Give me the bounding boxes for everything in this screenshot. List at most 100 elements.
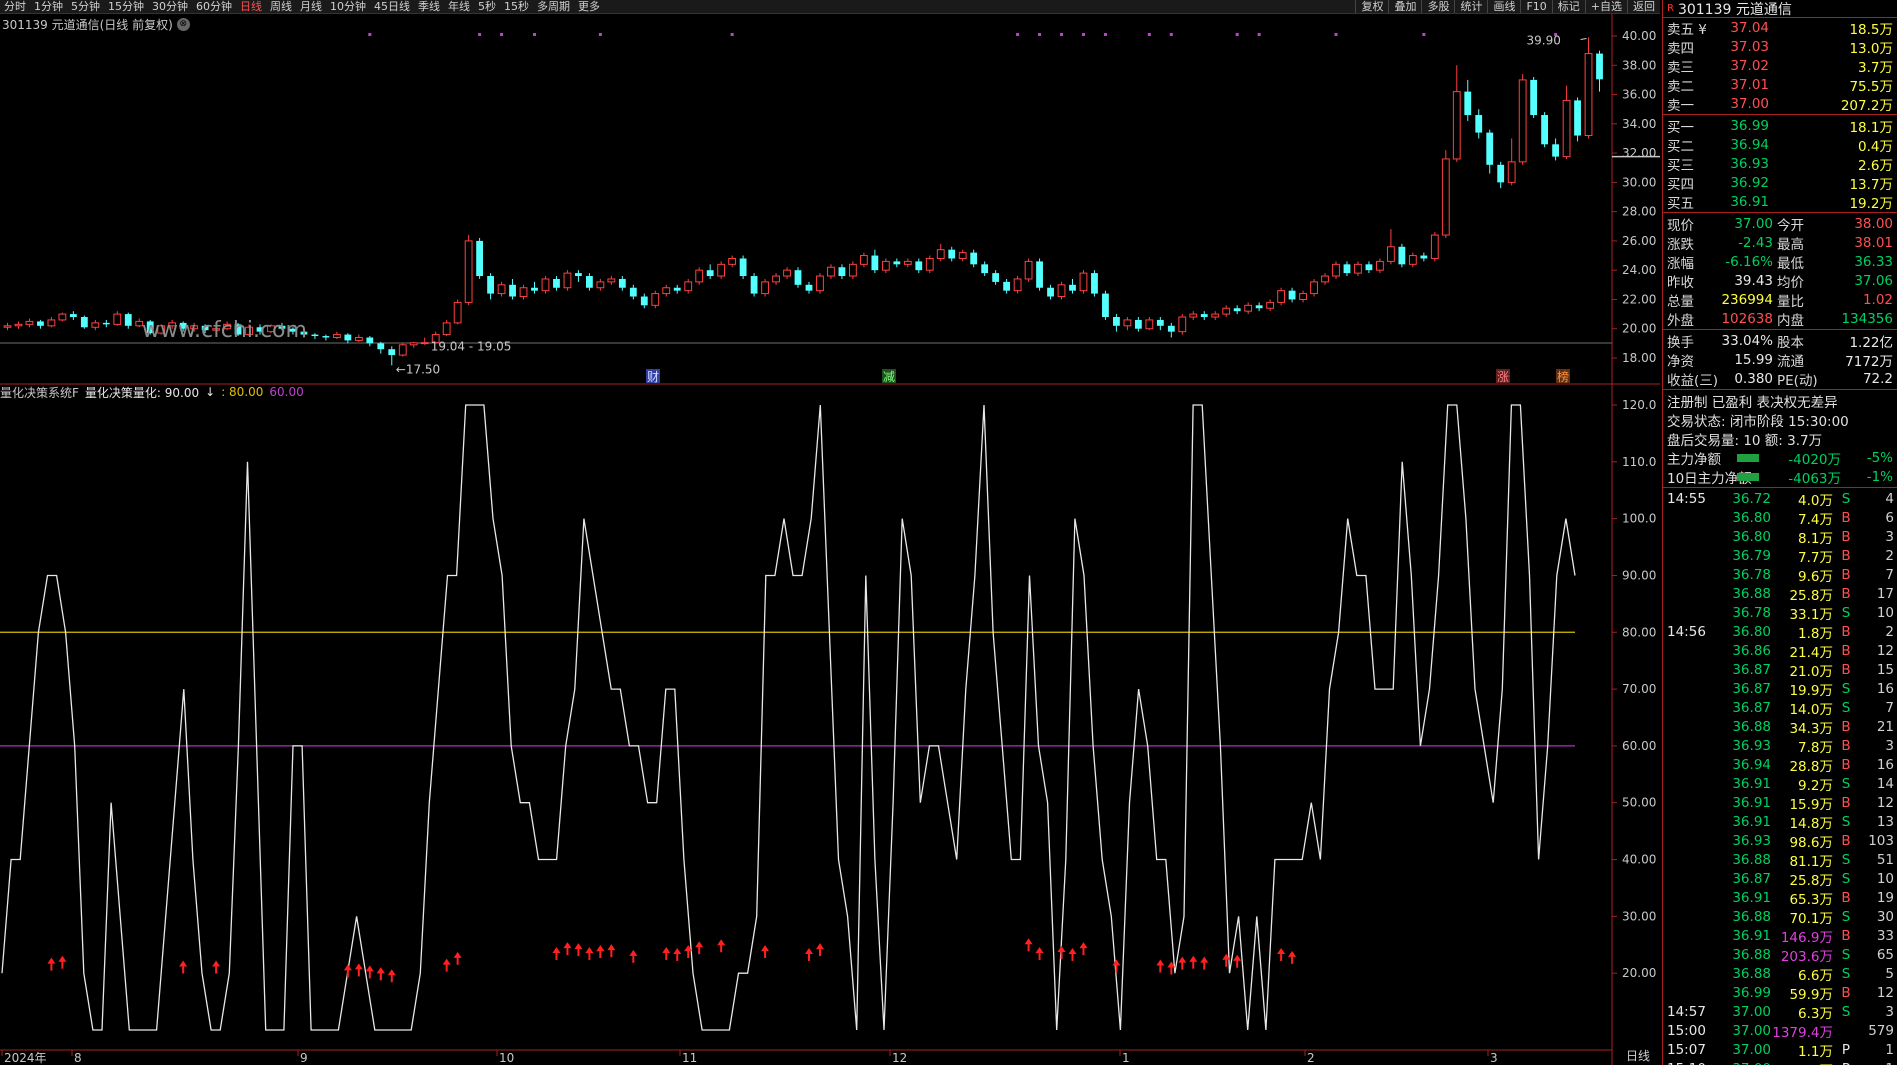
- candle[interactable]: [1530, 76, 1538, 118]
- candle[interactable]: [1091, 270, 1098, 297]
- candle[interactable]: [1507, 138, 1516, 186]
- ask-row[interactable]: 卖五 ¥ 37.04 18.5万: [1663, 18, 1897, 38]
- candle[interactable]: [14, 321, 23, 329]
- candle[interactable]: [553, 276, 560, 291]
- ask-row[interactable]: 卖三 37.02 3.7万: [1663, 56, 1897, 76]
- candle[interactable]: [651, 290, 660, 309]
- tick-row[interactable]: 15:1037.001.5万P1: [1663, 1059, 1897, 1065]
- candle[interactable]: [1156, 317, 1164, 331]
- candle[interactable]: [1321, 273, 1329, 285]
- tick-row[interactable]: 15:00 37.00 1379.4万 579: [1663, 1021, 1897, 1041]
- candle[interactable]: [575, 270, 582, 282]
- candle[interactable]: [311, 333, 319, 339]
- candle[interactable]: [1288, 287, 1296, 303]
- candle[interactable]: [531, 281, 538, 294]
- candle[interactable]: [1386, 229, 1395, 265]
- tick-row[interactable]: 14:55 36.72 4.0万 S 4: [1663, 489, 1897, 509]
- candle[interactable]: [1036, 258, 1043, 291]
- candle[interactable]: [881, 258, 890, 274]
- tick-row[interactable]: 36.91 9.2万 S 14: [1663, 774, 1897, 794]
- candle[interactable]: [1596, 50, 1603, 92]
- tick-row[interactable]: 36.94 28.8万 B 16: [1663, 755, 1897, 775]
- ask-row[interactable]: 卖二 37.01 75.5万: [1663, 75, 1897, 95]
- candle[interactable]: [585, 273, 593, 291]
- candle[interactable]: [1211, 311, 1220, 320]
- candle[interactable]: [497, 281, 506, 297]
- ask-row[interactable]: 卖一 37.00 207.2万: [1663, 94, 1897, 114]
- candle[interactable]: [640, 293, 648, 309]
- candle[interactable]: [1222, 305, 1231, 318]
- candle[interactable]: [1024, 258, 1033, 282]
- tick-row[interactable]: 36.87 14.0万 S 7: [1663, 698, 1897, 718]
- candle[interactable]: [794, 267, 802, 288]
- tick-row[interactable]: 14:57 37.00 6.3万 S 3: [1663, 1002, 1897, 1022]
- candle[interactable]: [1189, 311, 1198, 320]
- candle[interactable]: [509, 278, 516, 300]
- candle[interactable]: [849, 261, 857, 279]
- candle[interactable]: [487, 273, 494, 300]
- tick-row[interactable]: 36.86 21.4万 B 12: [1663, 641, 1897, 661]
- candle[interactable]: [1441, 150, 1450, 238]
- candle[interactable]: [1266, 299, 1275, 312]
- candle[interactable]: [388, 346, 396, 366]
- candle[interactable]: [739, 255, 747, 279]
- candle[interactable]: [706, 264, 714, 279]
- candle[interactable]: [1430, 232, 1439, 262]
- candle[interactable]: [981, 261, 989, 277]
- candle[interactable]: [1057, 281, 1066, 300]
- tick-row[interactable]: 36.80 7.4万 B 6: [1663, 508, 1897, 528]
- tick-row[interactable]: 36.88 25.8万 B 17: [1663, 584, 1897, 604]
- tick-row[interactable]: 36.88 6.6万 S 5: [1663, 964, 1897, 984]
- candle[interactable]: [958, 249, 967, 262]
- candle[interactable]: [377, 341, 385, 354]
- candle[interactable]: [1541, 112, 1549, 148]
- candle[interactable]: [1277, 287, 1286, 306]
- candle[interactable]: [970, 249, 978, 268]
- candle[interactable]: [476, 237, 484, 279]
- candle[interactable]: [925, 255, 934, 274]
- candle[interactable]: [1047, 284, 1054, 300]
- tick-row[interactable]: 36.91 15.9万 B 12: [1663, 793, 1897, 813]
- ask-row[interactable]: 卖四 37.03 13.0万: [1663, 37, 1897, 57]
- candle[interactable]: [1102, 290, 1109, 320]
- candle[interactable]: [1123, 317, 1132, 331]
- tick-row[interactable]: 36.79 7.7万 B 2: [1663, 546, 1897, 566]
- candle[interactable]: [1518, 74, 1527, 165]
- tick-row[interactable]: 36.93 98.6万 B 103: [1663, 831, 1897, 851]
- candle[interactable]: [893, 258, 901, 268]
- bid-row[interactable]: 买二 36.94 0.4万: [1663, 135, 1897, 155]
- candle[interactable]: [47, 317, 56, 328]
- candle[interactable]: [1452, 65, 1461, 162]
- candle[interactable]: [1574, 97, 1581, 142]
- candle[interactable]: [91, 319, 100, 331]
- candle[interactable]: [1113, 314, 1120, 332]
- candle[interactable]: [1310, 278, 1318, 297]
- candle[interactable]: [728, 255, 737, 268]
- tick-row[interactable]: 36.91 65.3万 B 19: [1663, 888, 1897, 908]
- candle[interactable]: [25, 318, 34, 328]
- tick-list[interactable]: 14:55 36.72 4.0万 S 4 36.80 7.4万 B 6 36.80 8.1万 B 3 36…: [1663, 489, 1897, 1065]
- candle[interactable]: [519, 284, 528, 300]
- candle[interactable]: [1233, 305, 1241, 315]
- candle[interactable]: [915, 258, 923, 274]
- candle[interactable]: [1079, 270, 1088, 294]
- tick-row[interactable]: 36.78 33.1万 S 10: [1663, 603, 1897, 623]
- candle[interactable]: [1332, 261, 1340, 279]
- candle[interactable]: [1013, 276, 1022, 294]
- tick-row[interactable]: 15:07 37.00 1.1万 P 1: [1663, 1040, 1897, 1060]
- candle[interactable]: [344, 333, 352, 344]
- candle[interactable]: [936, 243, 945, 262]
- tick-row[interactable]: 36.88 203.6万 S 65: [1663, 945, 1897, 965]
- event-tag[interactable]: 榜: [1557, 369, 1569, 384]
- candle[interactable]: [1398, 243, 1406, 268]
- candle[interactable]: [354, 334, 363, 342]
- candle[interactable]: [1145, 317, 1154, 331]
- candle[interactable]: [1552, 138, 1559, 161]
- tick-row[interactable]: 36.87 19.9万 S 16: [1663, 679, 1897, 699]
- candle[interactable]: [1475, 109, 1483, 139]
- tick-row[interactable]: 36.87 25.8万 S 10: [1663, 869, 1897, 889]
- candle[interactable]: [1299, 290, 1307, 303]
- tick-row[interactable]: 36.88 34.3万 B 21: [1663, 717, 1897, 737]
- candle[interactable]: [903, 258, 912, 268]
- bid-row[interactable]: 买一 36.99 18.1万: [1663, 116, 1897, 136]
